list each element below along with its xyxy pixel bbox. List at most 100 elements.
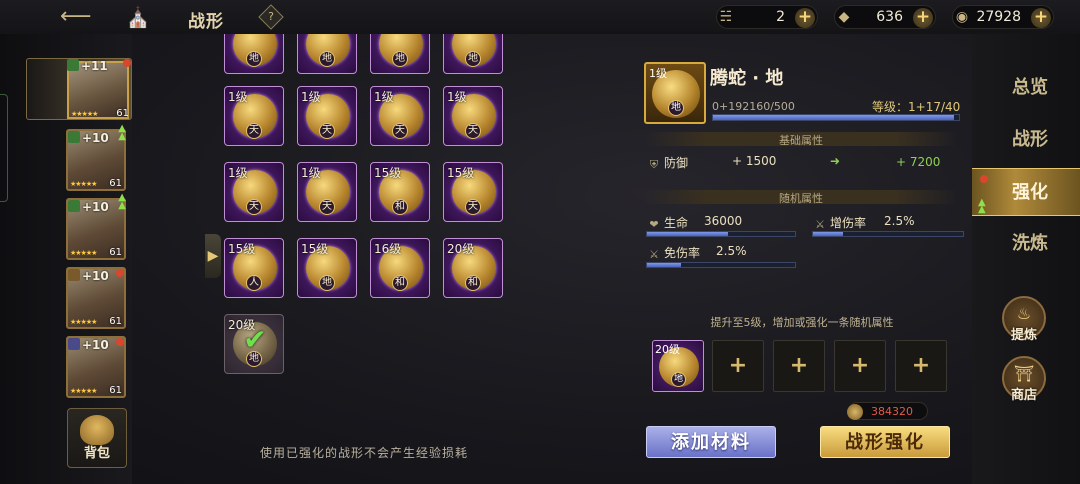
plus-icon: + xyxy=(850,353,870,378)
class-icon xyxy=(67,59,79,71)
formation-slot[interactable]: 1级天 xyxy=(297,162,357,222)
formation-slot-tag: 和 xyxy=(465,275,481,291)
plus-icon: + xyxy=(789,353,809,378)
formation-slot-level: 1级 xyxy=(447,90,467,104)
formation-slot-level: 15级 xyxy=(374,166,402,180)
formation-slot-tag: 天 xyxy=(465,123,481,139)
formation-slot[interactable]: 1级天 xyxy=(224,162,284,222)
hero-card[interactable]: +11 ★★★★★ 61 xyxy=(26,58,132,120)
help-icon: ? xyxy=(268,10,274,23)
formation-name: 腾蛇 · 地 xyxy=(710,68,784,89)
add-gold-button[interactable]: + xyxy=(913,8,933,28)
formation-slot-tag: 天 xyxy=(319,199,335,215)
tab-formation[interactable]: 战形 xyxy=(972,116,1080,164)
formation-slot[interactable]: 地 xyxy=(443,34,503,74)
star-rating: ★★★★★ xyxy=(70,318,97,326)
selected-formation-icon[interactable]: 1级 地 xyxy=(644,62,706,124)
notification-dot xyxy=(116,338,124,346)
tab-refine[interactable]: 洗炼 xyxy=(972,220,1080,268)
hero-card[interactable]: +10 ▲ ▲ ★★★★★ 61 xyxy=(66,193,126,260)
arrow-right-icon: ➜ xyxy=(830,154,841,168)
random-stat-name: ❤ 生命 xyxy=(649,216,689,231)
formation-slot[interactable]: 15级和 xyxy=(370,162,430,222)
random-stat-bar xyxy=(812,231,964,237)
formation-slot-level: 1级 xyxy=(301,166,321,180)
formation-slot[interactable]: 15级天 xyxy=(443,162,503,222)
heart-icon: ❤ xyxy=(649,218,659,231)
bag-label: 背包 xyxy=(83,446,110,461)
upgrade-arrow-icon: ▲ ▲ xyxy=(118,123,126,142)
formation-slot-level: 1级 xyxy=(301,90,321,104)
material-level: 20级 xyxy=(655,343,680,356)
left-edge-tab[interactable] xyxy=(0,94,8,202)
coin-icon xyxy=(847,404,863,420)
home-gate-icon[interactable]: ⛪ xyxy=(124,6,152,28)
add-material-button[interactable]: 添加材料 xyxy=(646,426,776,458)
tab-overview[interactable]: 总览 xyxy=(972,64,1080,112)
notification-dot xyxy=(116,269,124,277)
shop-button[interactable]: ⛩ 商店 xyxy=(1002,356,1046,403)
bag-button[interactable]: 背包 xyxy=(67,408,127,468)
help-button[interactable]: ? xyxy=(258,4,284,30)
random-stat-value: 2.5% xyxy=(884,214,915,228)
formation-slot[interactable]: 1级天 xyxy=(370,86,430,146)
scroll-icon: ☵ xyxy=(719,9,733,25)
base-attr-header: 基础属性 xyxy=(644,132,958,147)
formation-slot[interactable]: 20级地 ✔ xyxy=(224,314,284,374)
formation-slot[interactable]: 1级天 xyxy=(224,86,284,146)
resource-value: 27928 xyxy=(976,9,1021,25)
coin-icon: ◉ xyxy=(955,9,969,25)
formation-slot[interactable]: 1级天 xyxy=(443,86,503,146)
formation-slot[interactable]: 地 xyxy=(370,34,430,74)
formation-slot-level: 20级 xyxy=(447,242,475,256)
tab-strengthen[interactable]: 强化 ▲ ▲ xyxy=(972,168,1080,216)
hero-plus: +11 xyxy=(81,59,108,73)
formation-slot-tag: 天 xyxy=(246,199,262,215)
formation-slot-level: 15级 xyxy=(301,242,329,256)
crossed-swords-icon: ⚔ xyxy=(815,218,825,231)
class-icon xyxy=(68,131,80,143)
hero-plus: +10 xyxy=(82,131,109,145)
formation-slot-level: 1级 xyxy=(374,90,394,104)
formation-slot-tag: 地 xyxy=(246,51,262,67)
formation-grid: 地地地地 1级天 1级天 1级天 1级天 1级天 1级天 15级和 15级天 15级人 15级地 16… xyxy=(214,34,634,444)
strengthen-button[interactable]: 战形强化 xyxy=(820,426,950,458)
bag-icon xyxy=(80,415,114,445)
class-icon xyxy=(68,338,80,350)
crossed-swords-icon: ⚔ xyxy=(649,248,659,261)
material-slot-empty[interactable]: + xyxy=(834,340,886,392)
add-scroll-button[interactable]: + xyxy=(795,8,815,28)
star-rating: ★★★★★ xyxy=(70,387,97,395)
formation-slot[interactable]: 15级人 xyxy=(224,238,284,298)
add-coin-button[interactable]: + xyxy=(1031,8,1051,28)
random-stat-bar-fill xyxy=(647,263,682,267)
material-slot-empty[interactable]: + xyxy=(712,340,764,392)
formation-slot[interactable]: 1级天 xyxy=(297,86,357,146)
formation-slot-tag: 地 xyxy=(392,51,408,67)
cost-display: 384320 xyxy=(847,402,928,420)
formation-slot[interactable]: 20级和 xyxy=(443,238,503,298)
formation-slot[interactable]: 16级和 xyxy=(370,238,430,298)
hero-card[interactable]: +10 ★★★★★ 61 xyxy=(66,336,126,398)
material-slot-empty[interactable]: + xyxy=(773,340,825,392)
back-arrow-icon[interactable]: ⟵ xyxy=(60,6,94,28)
formation-slot[interactable]: 地 xyxy=(224,34,284,74)
formation-slot-tag: 天 xyxy=(465,199,481,215)
formation-tag: 地 xyxy=(668,100,684,116)
material-slot-filled[interactable]: 20级 地 xyxy=(652,340,704,392)
formation-slot-level: 15级 xyxy=(228,242,256,256)
formation-slot-level: 15级 xyxy=(447,166,475,180)
hero-card[interactable]: +10 ▲ ▲ ★★★★★ 61 xyxy=(66,124,126,191)
random-stat-bar xyxy=(646,231,796,237)
material-slot-empty[interactable]: + xyxy=(895,340,947,392)
top-bar: ⟵ ⛪ 战形 ? ☵ 2 + ◆ 636 + ◉ 27928 + xyxy=(0,0,1080,34)
star-rating: ★★★★★ xyxy=(70,180,97,188)
refine-button[interactable]: ♨ 提炼 xyxy=(1002,296,1046,343)
grade-text: 等级：1+17/40 xyxy=(872,100,961,114)
formation-slot[interactable]: 15级地 xyxy=(297,238,357,298)
formation-slot[interactable]: 地 xyxy=(297,34,357,74)
notification-dot xyxy=(123,59,131,67)
hero-card[interactable]: +10 ★★★★★ 61 xyxy=(66,267,126,329)
detail-panel: 1级 地 腾蛇 · 地 0+192160/500 等级：1+17/40 基础属性… xyxy=(634,34,970,484)
formation-slot-tag: 和 xyxy=(392,199,408,215)
